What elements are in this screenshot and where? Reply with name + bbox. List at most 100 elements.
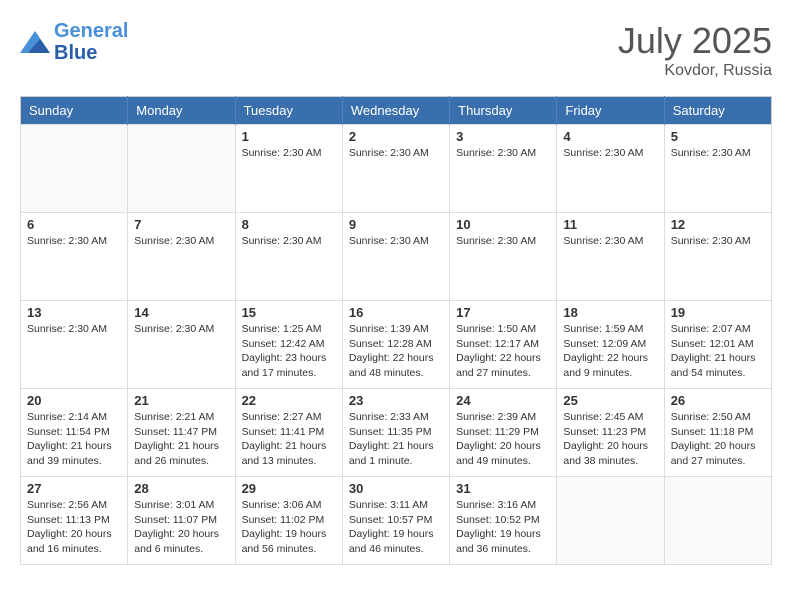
calendar-cell: 3Sunrise: 2:30 AM — [450, 125, 557, 213]
day-info: Sunrise: 3:06 AM Sunset: 11:02 PM Daylig… — [242, 498, 336, 557]
day-number: 13 — [27, 305, 121, 320]
day-info: Sunrise: 2:30 AM — [27, 322, 121, 337]
day-info: Sunrise: 1:25 AM Sunset: 12:42 AM Daylig… — [242, 322, 336, 381]
day-info: Sunrise: 2:30 AM — [134, 234, 228, 249]
calendar-cell: 15 Sunrise: 1:25 AM Sunset: 12:42 AM Dayl… — [235, 301, 342, 389]
day-info: Sunrise: 1:50 AM Sunset: 12:17 AM Daylig… — [456, 322, 550, 381]
calendar-cell: 21Sunrise: 2:21 AM Sunset: 11:47 PM Dayl… — [128, 389, 235, 477]
calendar-cell — [664, 477, 771, 565]
calendar-cell: 22 Sunrise: 2:27 AM Sunset: 11:41 PM Dayl… — [235, 389, 342, 477]
calendar-cell: 6Sunrise: 2:30 AM — [21, 213, 128, 301]
weekday-header: Tuesday — [235, 97, 342, 125]
weekday-header: Friday — [557, 97, 664, 125]
day-number: 21 — [134, 393, 228, 408]
day-number: 25 — [563, 393, 657, 408]
location: Kovdor, Russia — [618, 62, 772, 80]
day-number: 17 — [456, 305, 550, 320]
day-number: 2 — [349, 129, 443, 144]
day-info: Sunrise: 2:39 AM Sunset: 11:29 PM Daylig… — [456, 410, 550, 469]
day-number: 7 — [134, 217, 228, 232]
calendar-week-row: 6Sunrise: 2:30 AM7Sunrise: 2:30 AM8Sunri… — [21, 213, 772, 301]
weekday-header: Sunday — [21, 97, 128, 125]
day-number: 31 — [456, 481, 550, 496]
calendar-cell: 29 Sunrise: 3:06 AM Sunset: 11:02 PM Dayl… — [235, 477, 342, 565]
calendar-cell: 10 Sunrise: 2:30 AM — [450, 213, 557, 301]
calendar-cell: 17 Sunrise: 1:50 AM Sunset: 12:17 AM Dayl… — [450, 301, 557, 389]
day-number: 9 — [349, 217, 443, 232]
day-info: Sunrise: 2:27 AM Sunset: 11:41 PM Daylig… — [242, 410, 336, 469]
day-number: 19 — [671, 305, 765, 320]
calendar-week-row: 13 Sunrise: 2:30 AM 14 Sunrise: 2:30 AM 15 Su… — [21, 301, 772, 389]
calendar-cell: 19 Sunrise: 2:07 AM Sunset: 12:01 AM Dayl… — [664, 301, 771, 389]
day-info: Sunrise: 2:30 AM — [242, 146, 336, 161]
day-number: 23 — [349, 393, 443, 408]
day-number: 20 — [27, 393, 121, 408]
weekday-header: Monday — [128, 97, 235, 125]
day-number: 30 — [349, 481, 443, 496]
day-number: 6 — [27, 217, 121, 232]
calendar-cell: 25 Sunrise: 2:45 AM Sunset: 11:23 PM Dayl… — [557, 389, 664, 477]
day-number: 29 — [242, 481, 336, 496]
calendar-cell — [21, 125, 128, 213]
day-info: Sunrise: 2:30 AM — [349, 234, 443, 249]
calendar-cell: 9 Sunrise: 2:30 AM — [342, 213, 449, 301]
day-info: Sunrise: 2:30 AM — [671, 234, 765, 249]
logo-icon — [20, 31, 50, 53]
day-number: 5 — [671, 129, 765, 144]
day-number: 1 — [242, 129, 336, 144]
day-info: Sunrise: 2:30 AM — [134, 322, 228, 337]
day-number: 12 — [671, 217, 765, 232]
calendar-cell — [128, 125, 235, 213]
day-info: Sunrise: 2:07 AM Sunset: 12:01 AM Daylig… — [671, 322, 765, 381]
day-info: Sunrise: 2:30 AM — [242, 234, 336, 249]
day-info: Sunrise: 1:39 AM Sunset: 12:28 AM Daylig… — [349, 322, 443, 381]
day-number: 10 — [456, 217, 550, 232]
calendar-week-row: 27 Sunrise: 2:56 AM Sunset: 11:13 PM Dayl… — [21, 477, 772, 565]
day-number: 26 — [671, 393, 765, 408]
logo-text: General Blue — [54, 20, 128, 64]
day-info: Sunrise: 1:59 AM Sunset: 12:09 AM Daylig… — [563, 322, 657, 381]
day-info: Sunrise: 2:56 AM Sunset: 11:13 PM Daylig… — [27, 498, 121, 557]
day-info: Sunrise: 2:45 AM Sunset: 11:23 PM Daylig… — [563, 410, 657, 469]
day-info: Sunrise: 2:30 AM — [671, 146, 765, 161]
day-number: 18 — [563, 305, 657, 320]
calendar-cell: 16 Sunrise: 1:39 AM Sunset: 12:28 AM Dayl… — [342, 301, 449, 389]
calendar-cell: 1 Sunrise: 2:30 AM — [235, 125, 342, 213]
month-year: July 2025 — [618, 20, 772, 62]
calendar-cell: 23 Sunrise: 2:33 AM Sunset: 11:35 PM Dayl… — [342, 389, 449, 477]
day-info: Sunrise: 3:01 AM Sunset: 11:07 PM Daylig… — [134, 498, 228, 557]
day-number: 15 — [242, 305, 336, 320]
day-number: 24 — [456, 393, 550, 408]
day-number: 16 — [349, 305, 443, 320]
day-number: 22 — [242, 393, 336, 408]
page-header: General Blue July 2025 Kovdor, Russia — [20, 20, 772, 80]
day-number: 8 — [242, 217, 336, 232]
calendar-cell: 14 Sunrise: 2:30 AM — [128, 301, 235, 389]
day-info: Sunrise: 2:14 AM Sunset: 11:54 PM Daylig… — [27, 410, 121, 469]
weekday-header: Wednesday — [342, 97, 449, 125]
day-info: Sunrise: 2:30 AM — [456, 234, 550, 249]
calendar-cell: 26Sunrise: 2:50 AM Sunset: 11:18 PM Dayl… — [664, 389, 771, 477]
calendar-week-row: 20 Sunrise: 2:14 AM Sunset: 11:54 PM Dayl… — [21, 389, 772, 477]
day-number: 14 — [134, 305, 228, 320]
day-info: Sunrise: 2:30 AM — [456, 146, 550, 161]
day-info: Sunrise: 2:33 AM Sunset: 11:35 PM Daylig… — [349, 410, 443, 469]
day-number: 11 — [563, 217, 657, 232]
day-number: 28 — [134, 481, 228, 496]
calendar-cell: 27 Sunrise: 2:56 AM Sunset: 11:13 PM Dayl… — [21, 477, 128, 565]
calendar-cell: 11 Sunrise: 2:30 AM — [557, 213, 664, 301]
calendar-cell: 30Sunrise: 3:11 AM Sunset: 10:57 PM Dayl… — [342, 477, 449, 565]
logo: General Blue — [20, 20, 128, 64]
title-block: July 2025 Kovdor, Russia — [618, 20, 772, 80]
calendar-cell: 5 Sunrise: 2:30 AM — [664, 125, 771, 213]
day-number: 27 — [27, 481, 121, 496]
day-info: Sunrise: 3:16 AM Sunset: 10:52 PM Daylig… — [456, 498, 550, 557]
day-info: Sunrise: 2:30 AM — [349, 146, 443, 161]
day-number: 4 — [563, 129, 657, 144]
calendar-cell — [557, 477, 664, 565]
calendar-cell: 18 Sunrise: 1:59 AM Sunset: 12:09 AM Dayl… — [557, 301, 664, 389]
calendar-cell: 24 Sunrise: 2:39 AM Sunset: 11:29 PM Dayl… — [450, 389, 557, 477]
day-info: Sunrise: 2:30 AM — [563, 234, 657, 249]
calendar-header-row: SundayMondayTuesdayWednesdayThursdayFrid… — [21, 97, 772, 125]
calendar-week-row: 1Sunrise: 2:30 AM2Sunrise: 2:30 AM3Sunri… — [21, 125, 772, 213]
